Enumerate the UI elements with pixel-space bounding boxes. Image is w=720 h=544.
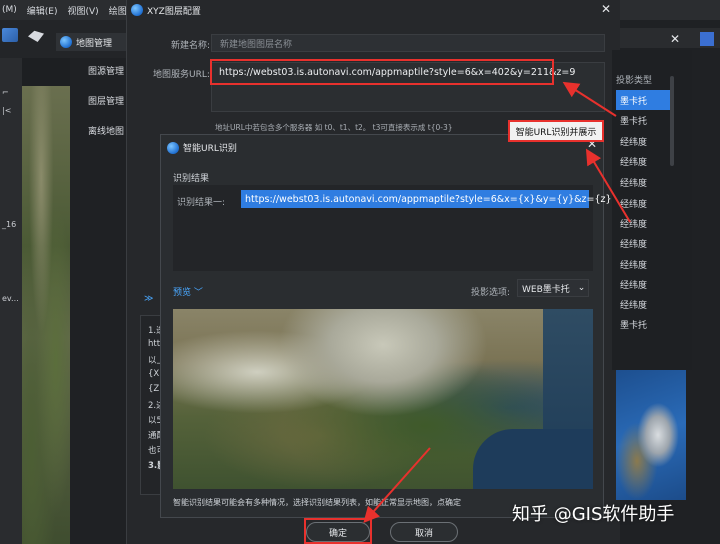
annotation-confirm-highlight: [304, 518, 372, 544]
smart-url-dialog: 智能URL识别 ✕ 识别结果 识别结果一: https://webst03.is…: [160, 134, 612, 518]
ruler-collapse-icon[interactable]: |<: [2, 106, 11, 115]
cancel-button[interactable]: 取消: [390, 522, 458, 542]
smart-dialog-title: 智能URL识别: [183, 144, 237, 154]
result-item-selected[interactable]: https://webst03.is.autonavi.com/appmapti…: [241, 190, 612, 208]
chevron-down-icon: ⌄: [577, 283, 586, 293]
xyz-dialog-title: XYZ图层配置: [147, 6, 201, 17]
proj-item[interactable]: 经纬度: [616, 233, 670, 253]
annotation-smart-label: 智能URL识别并展示: [508, 120, 604, 142]
smart-dialog-titlebar: 智能URL识别: [167, 141, 237, 154]
preview-label: 预览: [173, 288, 192, 298]
recognition-notice: 智能识别结果可能会有多种情况，选择识别结果列表，如能正常显示地图，点确定: [173, 498, 461, 507]
xyz-dialog-titlebar: XYZ图层配置: [127, 0, 621, 20]
satellite-map-right[interactable]: [616, 370, 686, 500]
proj-item[interactable]: 经纬度: [616, 213, 670, 233]
proj-item[interactable]: 经纬度: [616, 294, 670, 314]
chevron-down-icon: ﹀: [193, 288, 203, 298]
close-icon[interactable]: ✕: [601, 2, 611, 16]
proj-item[interactable]: 经纬度: [616, 172, 670, 192]
app-menubar: (M) 编辑(E) 视图(V) 绘图(: [0, 0, 140, 20]
proj-item[interactable]: 经纬度: [616, 254, 670, 274]
annotation-url-highlight: [210, 59, 554, 85]
help-line: htt: [148, 339, 161, 349]
proj-item[interactable]: 经纬度: [616, 274, 670, 294]
layer-name-input[interactable]: 新建地图图层名称: [211, 34, 605, 52]
globe-icon: [167, 141, 179, 154]
preview-sea: [473, 429, 593, 489]
url-label: 地图服务URL:: [153, 70, 210, 80]
right-panel-button[interactable]: [700, 32, 714, 46]
proj-type-header: 投影类型: [616, 76, 653, 86]
watermark: 知乎 @GIS软件助手: [512, 504, 675, 525]
ruler-tick-label: ev...: [2, 294, 19, 303]
proj-option-select[interactable]: WEB墨卡托 ⌄: [517, 279, 589, 297]
proj-item[interactable]: 墨卡托: [616, 90, 670, 110]
ruler-chevron-icon[interactable]: ⌐: [2, 88, 9, 97]
close-icon[interactable]: ✕: [670, 32, 680, 46]
preview-toggle[interactable]: 预览 ﹀: [173, 285, 203, 298]
preview-map[interactable]: [173, 309, 593, 489]
proj-item[interactable]: 经纬度: [616, 131, 670, 151]
proj-item[interactable]: 墨卡托: [616, 314, 670, 334]
name-label: 新建名称:: [171, 41, 211, 51]
map-manager-title: 地图管理: [76, 38, 113, 49]
proj-item[interactable]: 经纬度: [616, 151, 670, 171]
ruler-tick-label: _16: [2, 220, 17, 229]
url-hint: 地址URL中若包含多个服务器 如 t0、t1、t2。 t3可直接表示成 t{0-…: [215, 123, 453, 132]
satellite-map-view[interactable]: [22, 86, 70, 544]
left-ruler: ⌐ |< _16 ev...: [0, 58, 22, 544]
result-section-title: 识别结果: [173, 174, 210, 184]
menu-item-file[interactable]: (M): [2, 5, 17, 15]
proj-item[interactable]: 经纬度: [616, 193, 670, 213]
nav-item-offline-map[interactable]: 离线地图: [88, 124, 124, 137]
result-label: 识别结果一:: [177, 198, 226, 208]
proj-option-label: 投影选项:: [471, 288, 511, 298]
globe-icon: [131, 4, 143, 16]
menu-item-edit[interactable]: 编辑(E): [27, 4, 58, 17]
expand-help-icon[interactable]: ≫: [144, 294, 153, 304]
nav-item-layer-manage[interactable]: 图层管理: [88, 94, 124, 107]
globe-icon: [60, 36, 72, 48]
nav-item-source-manage[interactable]: 图源管理: [88, 64, 124, 77]
menu-item-view[interactable]: 视图(V): [68, 4, 99, 17]
map-manager-tab[interactable]: 地图管理: [56, 33, 136, 51]
map-left-top: [22, 58, 70, 86]
proj-option-value: WEB墨卡托: [522, 284, 570, 295]
proj-item[interactable]: 墨卡托: [616, 110, 670, 130]
proj-list-scrollbar[interactable]: [670, 76, 674, 166]
layers-icon[interactable]: [2, 28, 18, 42]
